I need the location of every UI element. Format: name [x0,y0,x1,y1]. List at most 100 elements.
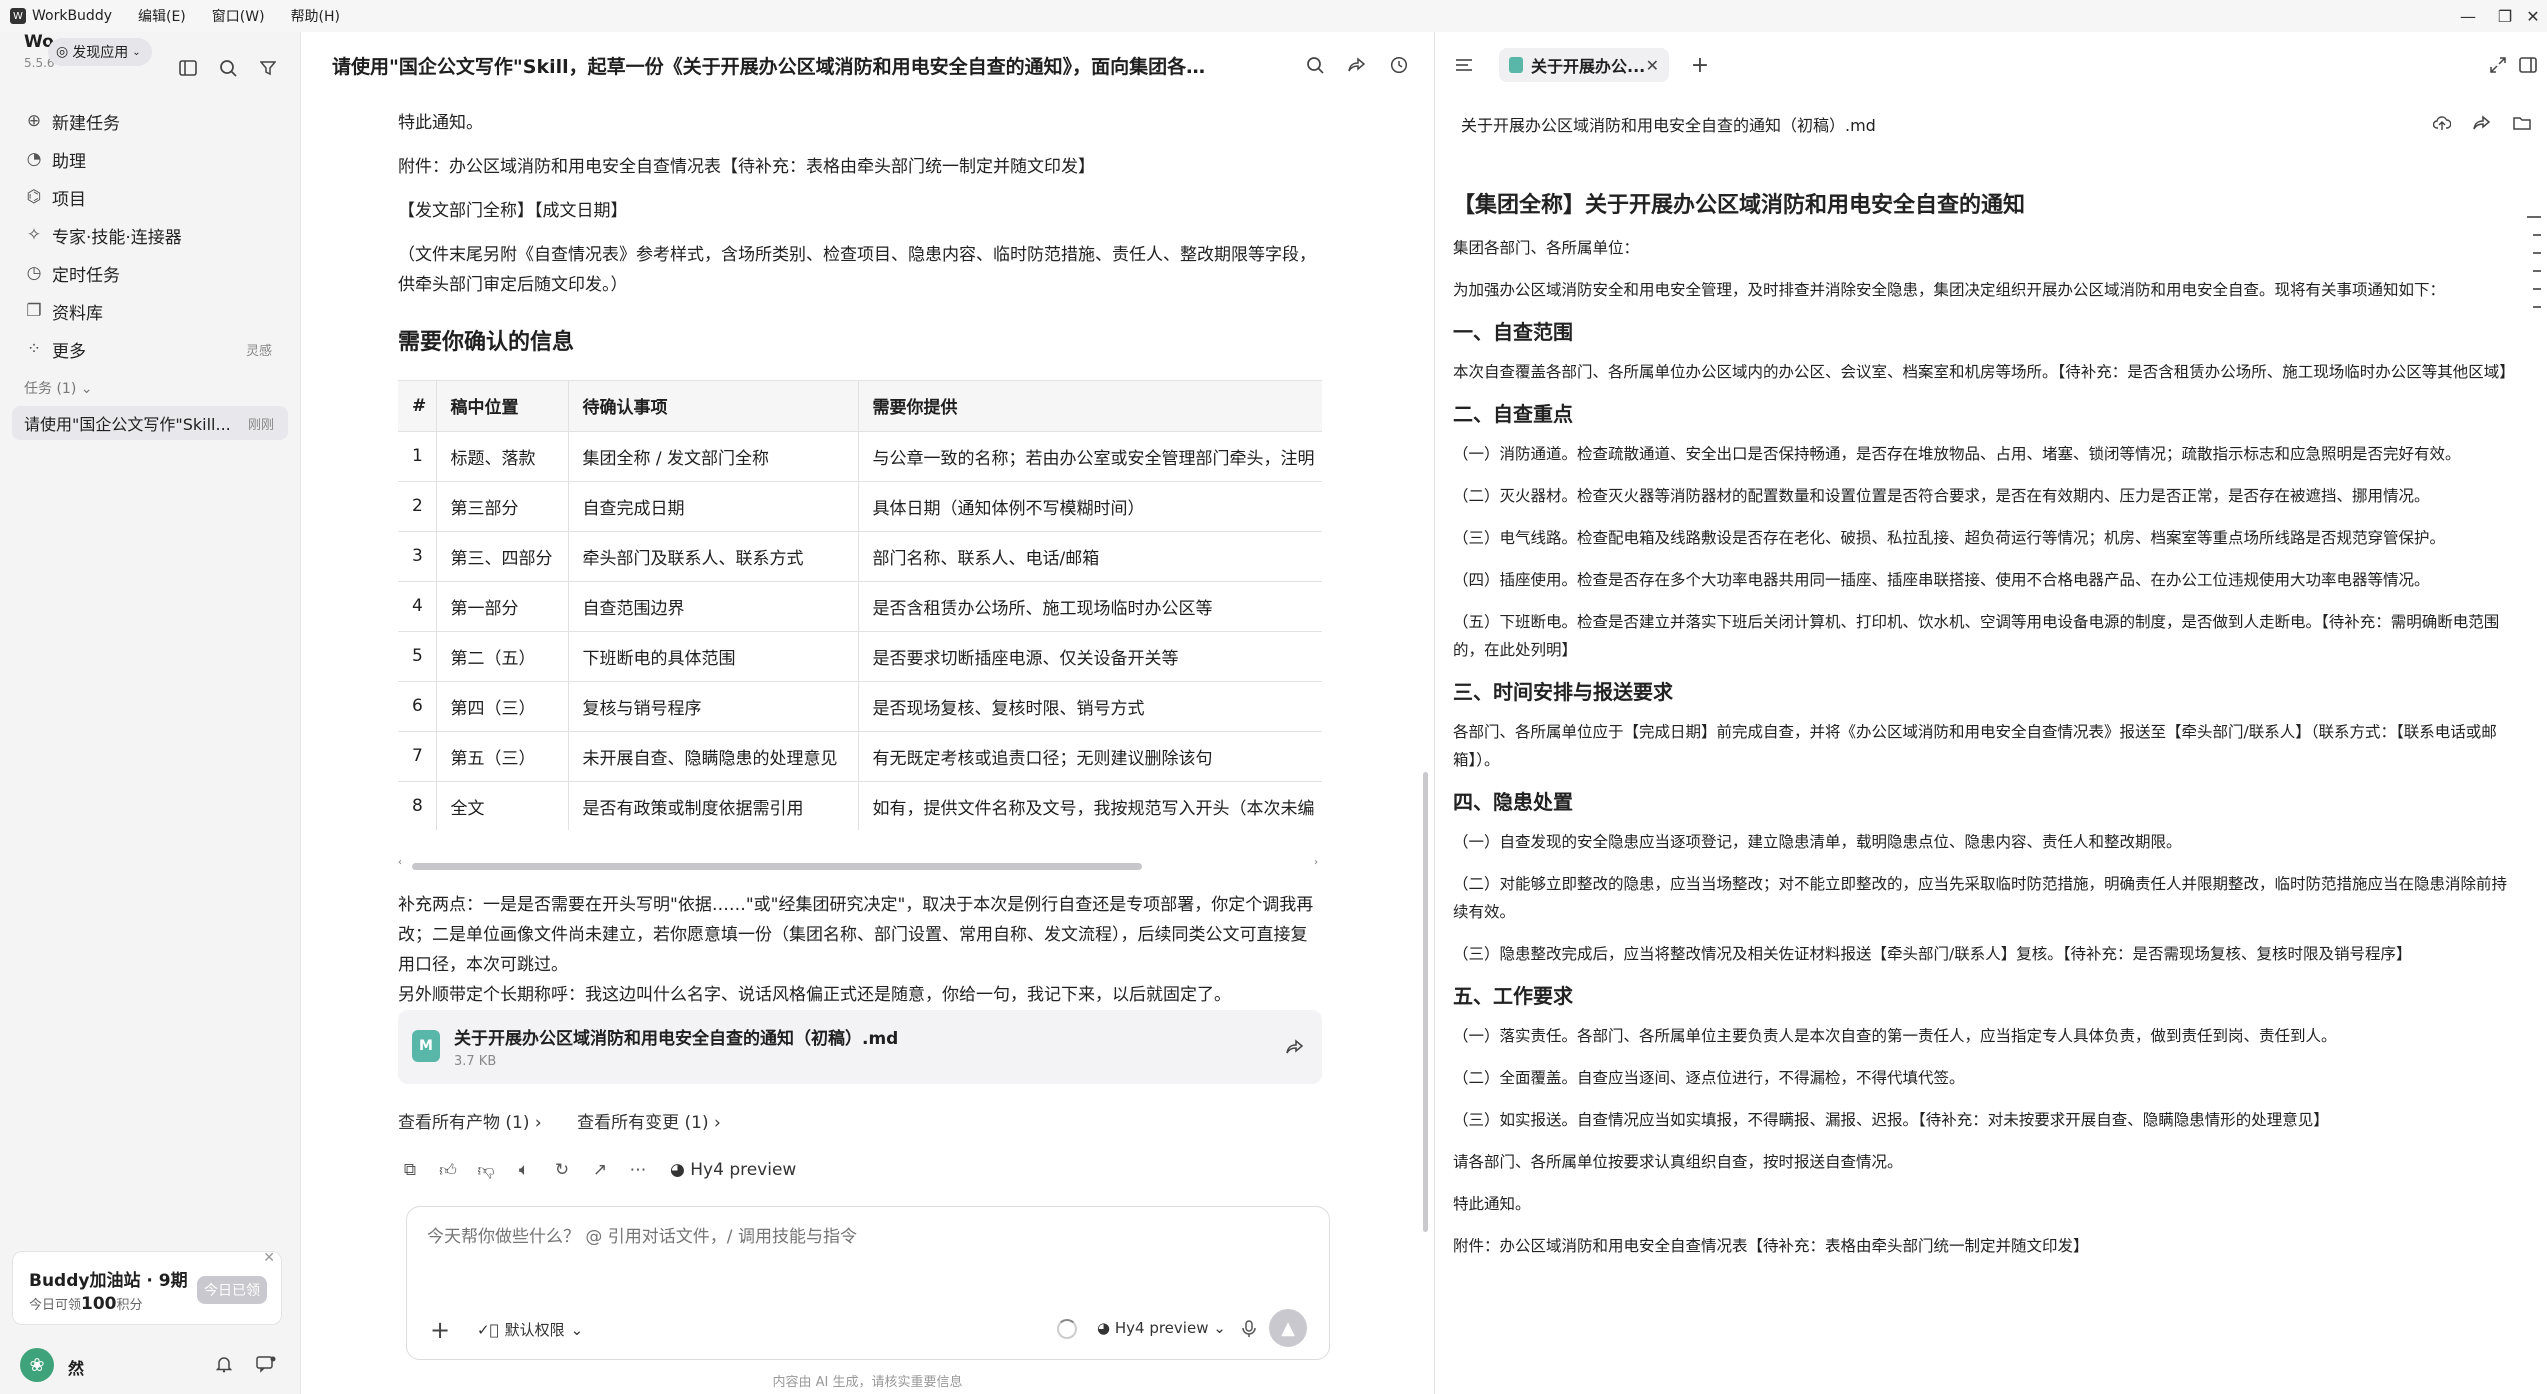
thumbs-down-icon[interactable]: 👎︎ [474,1158,498,1182]
file-card[interactable]: M 关于开展办公区域消防和用电安全自查的通知（初稿）.md 3.7 KB [398,1010,1322,1084]
doc-heading: 四、隐患处置 [1453,790,1573,814]
regenerate-icon[interactable]: ↻ [550,1158,574,1182]
table-cell: 第五（三） [436,731,569,782]
filter-icon[interactable] [256,56,280,80]
outline-mark[interactable] [2527,216,2541,218]
table-cell: 是否含租赁办公场所、施工现场临时办公区等 [858,581,1322,632]
nav-experts[interactable]: ✧ 专家·技能·连接器 [0,216,300,254]
tasks-header[interactable]: 任务 (1) ⌄ [24,378,92,398]
outline-mark[interactable] [2533,306,2541,308]
new-tab-icon[interactable]: + [1687,52,1713,78]
nav-label: 定时任务 [52,265,120,286]
outline-mark[interactable] [2533,252,2541,254]
doc-tab-label: 关于开展办公... [1531,57,1646,76]
add-icon[interactable]: + [427,1316,453,1344]
close-window-icon[interactable]: ✕ [2510,0,2547,32]
outline-mark[interactable] [2533,270,2541,272]
expert-icon: ✧ [26,225,42,245]
ai-disclaimer: 内容由 AI 生成，请核实重要信息 [772,1375,963,1390]
list-icon[interactable] [1451,52,1477,78]
conversation-title: 请使用"国企公文写作"Skill，起草一份《关于开展办公区域消防和用电安全自查的… [332,56,1212,78]
library-icon: ❐ [26,301,42,321]
upload-icon[interactable] [2429,110,2455,136]
outline-mark[interactable] [2533,234,2541,236]
more-icon[interactable]: ⋯ [626,1158,650,1182]
chat-icon[interactable] [254,1352,278,1376]
shield-check-icon: ✓⃝ [477,1320,499,1339]
close-tab-icon[interactable]: ✕ [1646,56,1659,75]
close-icon[interactable]: ✕ [263,1250,275,1266]
section-heading: 需要你确认的信息 [398,330,575,355]
table-cell: 标题、落款 [436,431,569,482]
table-cell: 自查范围边界 [568,581,859,632]
doc-tab[interactable]: 关于开展办公... ✕ [1499,48,1669,82]
plus-circle-icon: ⊕ [26,111,42,131]
table-cell: 7 [398,731,437,782]
nav-new-task[interactable]: ⊕ 新建任务 [0,102,300,140]
bell-icon[interactable] [212,1352,236,1376]
chevron-down-icon: ⌄ [132,46,141,58]
inspiration-label: 灵感 [245,343,272,359]
table-row: 2 第三部分 自查完成日期 具体日期（通知体例不写模糊时间） [398,481,1322,532]
nav-projects[interactable]: ⌬ 项目 [0,178,300,216]
table-cell: 3 [398,531,437,582]
table-cell: 是否现场复核、复核时限、销号方式 [858,681,1322,732]
microphone-icon[interactable] [1237,1317,1261,1341]
share-icon[interactable] [2469,110,2495,136]
table-cell: 有无既定考核或追责口径；无则建议删除该句 [858,731,1322,782]
table-cell: 具体日期（通知体例不写模糊时间） [858,481,1322,532]
nav-label: 资料库 [52,303,103,324]
avatar[interactable]: ❀ [20,1348,54,1382]
outline-mark[interactable] [2533,288,2541,290]
promo-title: Buddy加油站 · 9期 [29,1271,188,1291]
nav-more[interactable]: ⁘ 更多 灵感 [0,330,300,368]
table-cell: 第四（三） [436,681,569,732]
share-icon[interactable] [1344,52,1370,78]
table-cell: 第三、四部分 [436,531,569,582]
search-icon[interactable] [216,56,240,80]
promo-points: 100 [81,1294,117,1314]
task-item[interactable]: 请使用"国企公文写作"Skill... 刚刚 [12,406,288,440]
menu-window[interactable]: 窗口(W) [212,6,265,26]
doc-paragraph: 为加强办公区域消防安全和用电安全管理，及时排查并消除安全隐患，集团决定组织开展办… [1453,281,2446,299]
model-select[interactable]: ◕ Hy4 preview ⌄ [1097,1319,1226,1337]
schedule-icon: ◷ [26,263,42,283]
table-scrollbar[interactable]: ‹ › [398,857,1318,872]
folder-icon[interactable] [2509,110,2535,136]
sidebar-toggle-icon[interactable] [176,56,200,80]
message-text: （文件末尾另附《自查情况表》参考样式，含场所类别、检查项目、隐患内容、临时防范措… [398,245,1316,295]
document-filename: 关于开展办公区域消防和用电安全自查的通知（初稿）.md [1461,116,1876,135]
share-icon[interactable] [1282,1034,1308,1060]
doc-paragraph: （一）自查发现的安全隐患应当逐项登记，建立隐患清单，载明隐患点位、隐患内容、责任… [1453,833,2182,851]
thumbs-up-icon[interactable]: 👍︎ [436,1158,460,1182]
view-changes-link[interactable]: 查看所有变更 (1) › [577,1113,721,1133]
assistant-icon: ◔ [26,149,42,169]
scrollbar-thumb[interactable] [412,863,1142,870]
menu-edit[interactable]: 编辑(E) [138,6,186,26]
task-time: 刚刚 [247,417,274,433]
claimed-button[interactable]: 今日已领 [197,1276,267,1304]
copy-icon[interactable]: ⧉ [398,1158,422,1182]
menu-help[interactable]: 帮助(H) [291,6,340,26]
nav-library[interactable]: ❐ 资料库 [0,292,300,330]
search-icon[interactable] [1302,52,1328,78]
nav-scheduled[interactable]: ◷ 定时任务 [0,254,300,292]
history-icon[interactable] [1386,52,1412,78]
share-icon[interactable]: ↗ [588,1158,612,1182]
nav-assistant[interactable]: ◔ 助理 [0,140,300,178]
nav-label: 更多 [52,341,86,362]
view-artifacts-link[interactable]: 查看所有产物 (1) › [398,1113,542,1133]
permission-select[interactable]: ✓⃝ 默认权限 ⌄ [477,1319,583,1340]
promo-card[interactable]: ✕ Buddy加油站 · 9期 今日可领100积分 今日已领 [12,1250,282,1325]
conversation-scrollbar[interactable] [1423,772,1428,1232]
confirm-table[interactable]: # 稿中位置 待确认事项 需要你提供 1 标题、落款 集团全称 / 发文部门全称 与公… [398,380,1322,830]
user-name: 然 [68,1359,85,1378]
panel-toggle-icon[interactable] [2515,52,2541,78]
send-button[interactable]: ▲ [1269,1309,1307,1347]
discover-apps-button[interactable]: ◎ 发现应用 ⌄ [48,38,152,66]
speaker-icon[interactable]: 🔈︎ [512,1158,536,1182]
chevron-down-icon: ⌄ [80,381,93,397]
outline-minimap[interactable] [2527,216,2541,324]
prompt-input[interactable] [427,1221,1287,1253]
expand-icon[interactable] [2485,52,2511,78]
